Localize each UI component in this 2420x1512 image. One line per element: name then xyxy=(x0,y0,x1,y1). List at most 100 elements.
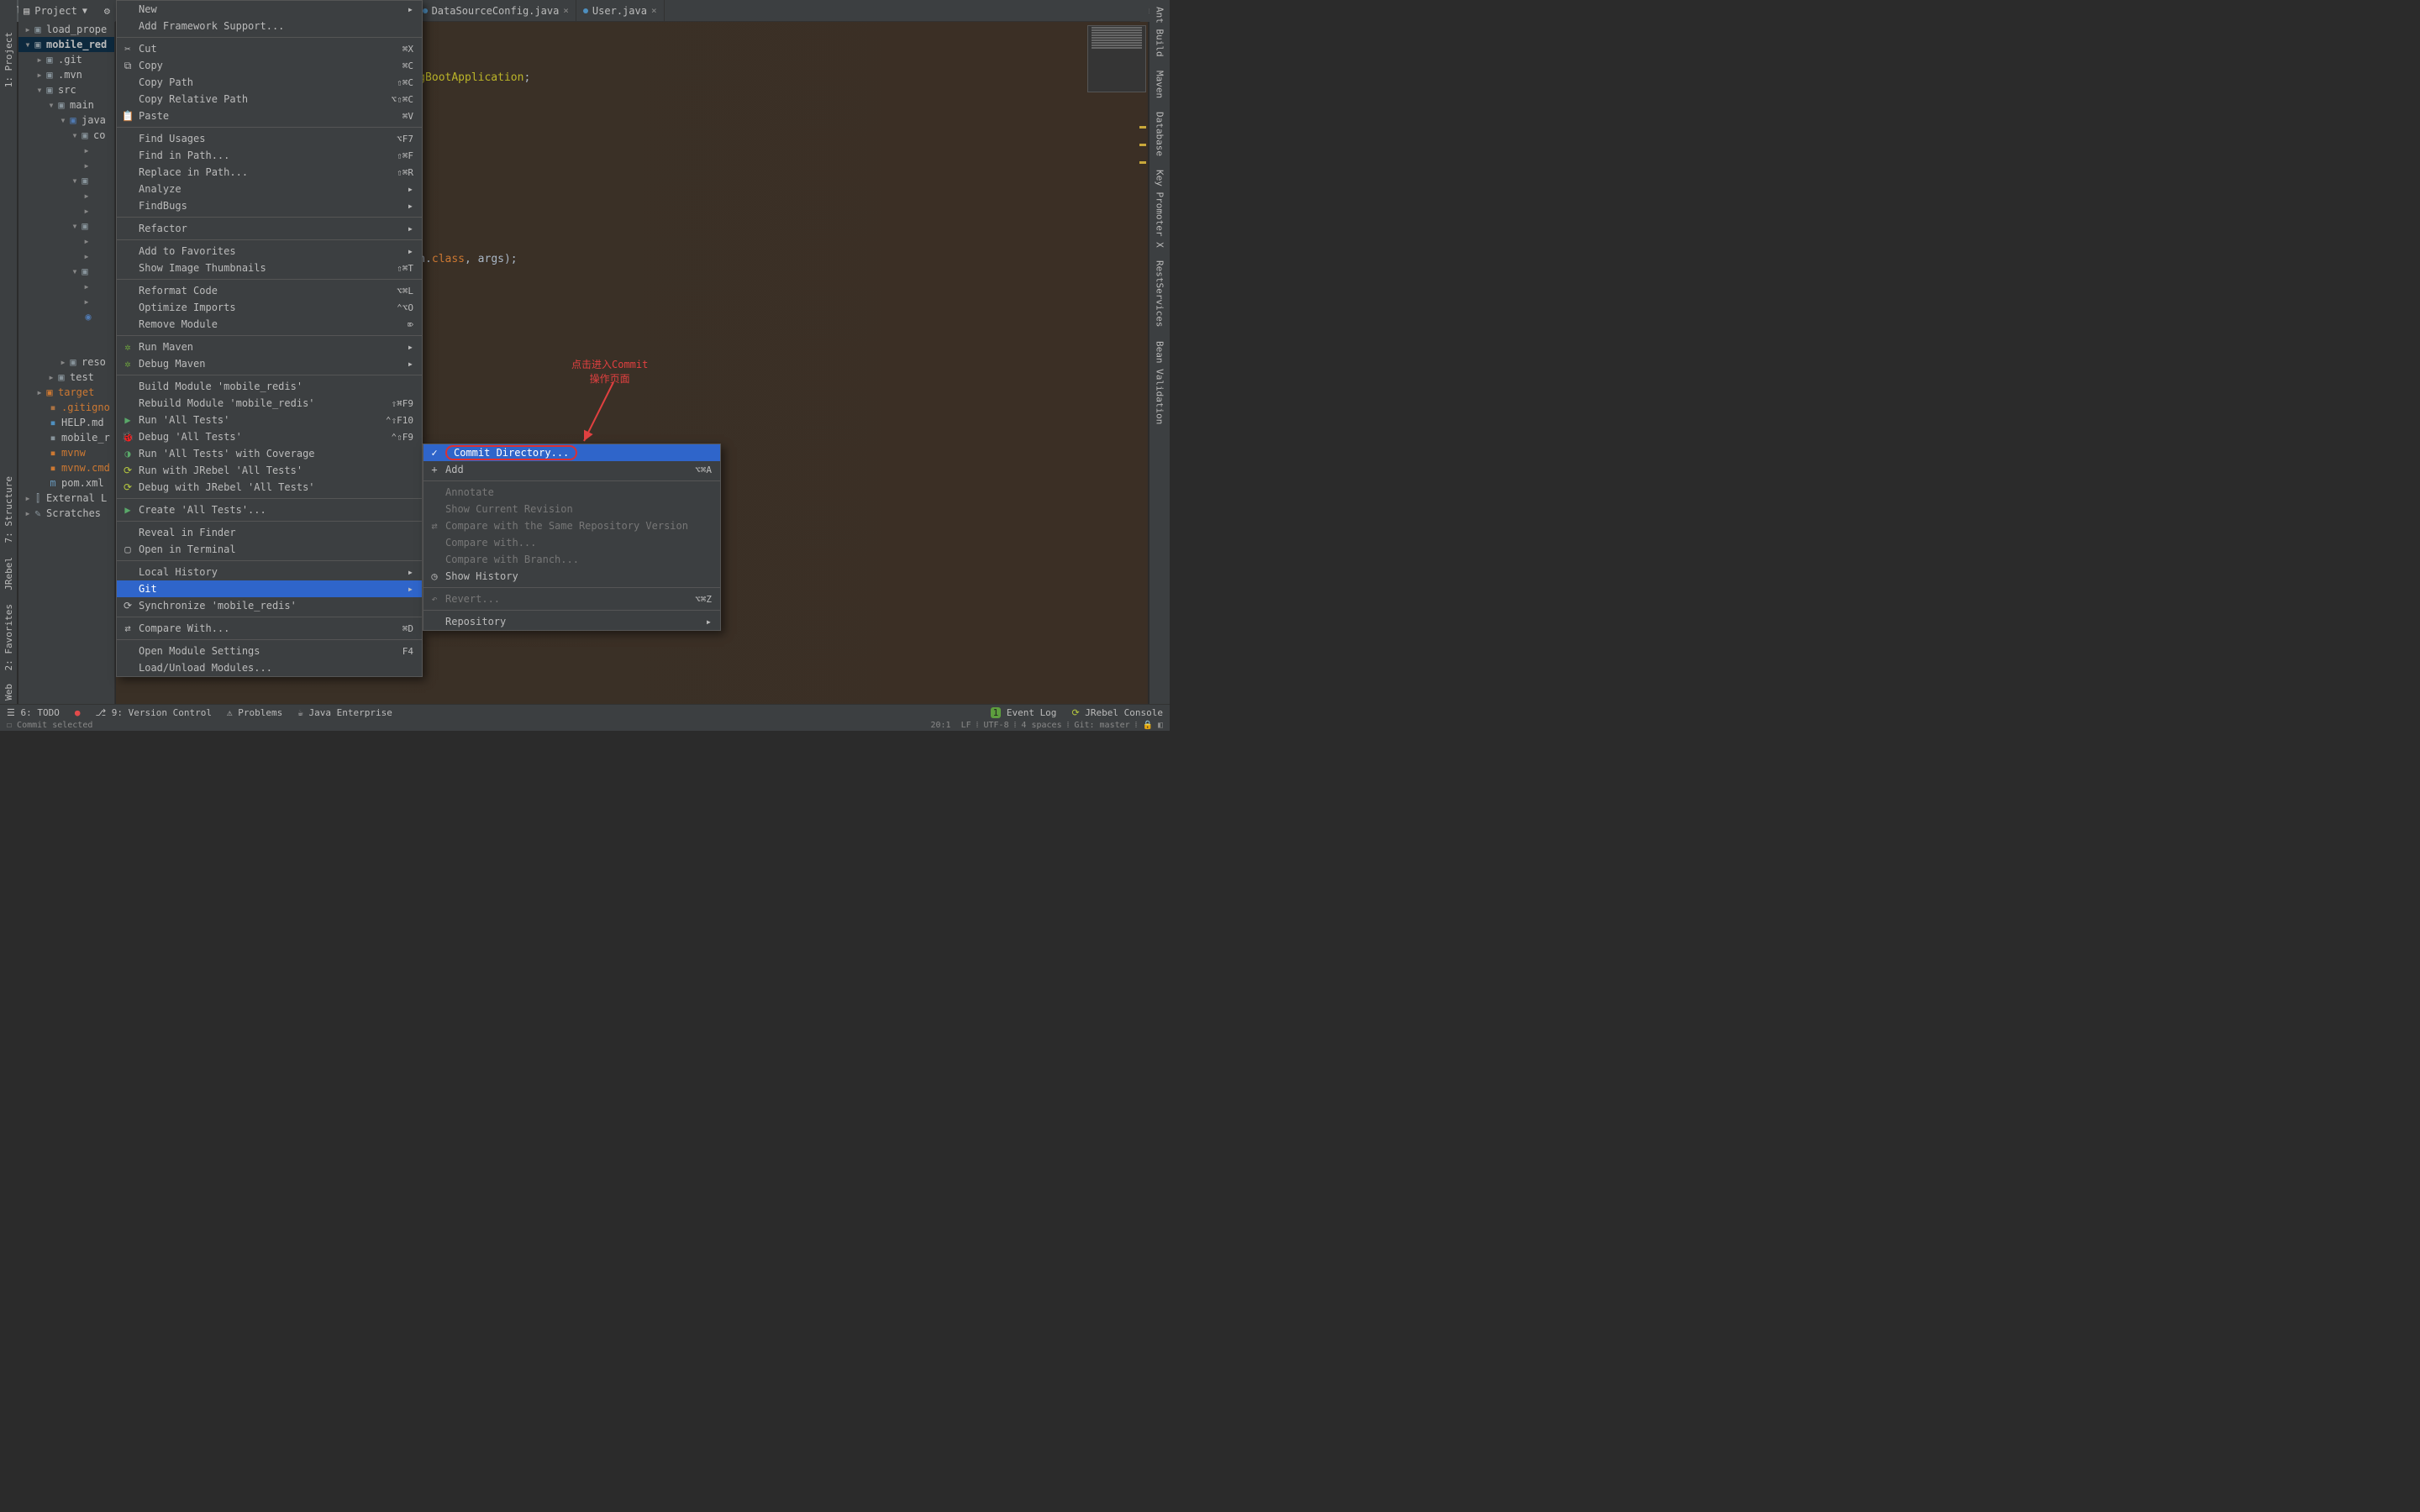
tool-ant[interactable]: Ant Build xyxy=(1153,0,1167,64)
menu-run-coverage[interactable]: ◑Run 'All Tests' with Coverage xyxy=(117,445,422,462)
tool-rest[interactable]: RestServices xyxy=(1153,254,1167,333)
menu-run-maven[interactable]: ✲Run Maven▸ xyxy=(117,339,422,355)
tab-datasource[interactable]: DataSourceConfig.java× xyxy=(416,0,576,22)
submenu-commit-directory[interactable]: ✓ Commit Directory... xyxy=(424,444,720,461)
tree-label[interactable]: load_prope xyxy=(46,24,107,35)
submenu-repository[interactable]: Repository▸ xyxy=(424,613,720,630)
tool-bean[interactable]: Bean Validation xyxy=(1153,334,1167,431)
tree-label[interactable]: main xyxy=(70,99,94,111)
menu-add-framework[interactable]: Add Framework Support... xyxy=(117,18,422,34)
project-tree[interactable]: ▸▣load_prope ▾▣mobile_red ▸▣.git ▸▣.mvn … xyxy=(18,22,115,707)
chevron-right-icon: ▸ xyxy=(408,223,413,234)
code-minimap[interactable] xyxy=(1087,25,1146,92)
menu-compare-with[interactable]: ⇄Compare With...⌘D xyxy=(117,620,422,637)
menu-remove-module[interactable]: Remove Module⌦ xyxy=(117,316,422,333)
gear-icon[interactable]: ⚙ xyxy=(104,5,110,17)
tree-label[interactable]: mvnw.cmd xyxy=(61,462,110,474)
tool-version-control[interactable]: ⎇ 9: Version Control xyxy=(95,707,212,718)
jrebel-console[interactable]: ⟳ JRebel Console xyxy=(1071,707,1163,718)
menu-rebuild-module[interactable]: Rebuild Module 'mobile_redis'⇧⌘F9 xyxy=(117,395,422,412)
menu-label: Show Current Revision xyxy=(445,503,573,515)
tree-label[interactable]: HELP.md xyxy=(61,417,104,428)
tree-label[interactable]: co xyxy=(93,129,105,141)
tab-usermodel[interactable]: User.java× xyxy=(576,0,665,22)
menu-create-tests[interactable]: ▶Create 'All Tests'... xyxy=(117,501,422,518)
menu-paste[interactable]: 📋Paste⌘V xyxy=(117,108,422,124)
tree-label[interactable]: reso xyxy=(82,356,106,368)
menu-reveal-finder[interactable]: Reveal in Finder xyxy=(117,524,422,541)
menu-new[interactable]: New▸ xyxy=(117,1,422,18)
menu-show-thumbnails[interactable]: Show Image Thumbnails⇧⌘T xyxy=(117,260,422,276)
menu-cut[interactable]: ✂Cut⌘X xyxy=(117,40,422,57)
tool-keypromoter[interactable]: Key Promoter X xyxy=(1153,163,1167,255)
menu-sep xyxy=(117,639,422,640)
line-sep[interactable]: LF xyxy=(961,721,971,730)
menu-find-in-path[interactable]: Find in Path...⇧⌘F xyxy=(117,147,422,164)
submenu-add[interactable]: +Add⌥⌘A xyxy=(424,461,720,478)
encoding[interactable]: UTF-8 xyxy=(983,721,1008,730)
menu-debug-all-tests[interactable]: 🐞Debug 'All Tests'⌃⇧F9 xyxy=(117,428,422,445)
tool-project[interactable]: 1: Project xyxy=(2,25,16,94)
menu-build-module[interactable]: Build Module 'mobile_redis' xyxy=(117,378,422,395)
menu-reformat[interactable]: Reformat Code⌥⌘L xyxy=(117,282,422,299)
tool-todo[interactable]: ☰ 6: TODO xyxy=(7,707,60,718)
submenu-show-history[interactable]: ◷Show History xyxy=(424,568,720,585)
tool-structure[interactable]: 7: Structure xyxy=(2,470,16,549)
menu-findbugs[interactable]: FindBugs▸ xyxy=(117,197,422,214)
menu-debug-jrebel[interactable]: ⟳Debug with JRebel 'All Tests' xyxy=(117,479,422,496)
tree-label[interactable]: mobile_red xyxy=(46,39,107,50)
menu-open-terminal[interactable]: ▢Open in Terminal xyxy=(117,541,422,558)
tree-label[interactable]: mobile_r xyxy=(61,432,110,444)
tool-java-enterprise[interactable]: ☕ Java Enterprise xyxy=(297,707,392,718)
menu-replace-in-path[interactable]: Replace in Path...⇧⌘R xyxy=(117,164,422,181)
menu-analyze[interactable]: Analyze▸ xyxy=(117,181,422,197)
menu-open-module-settings[interactable]: Open Module SettingsF4 xyxy=(117,643,422,659)
indent[interactable]: 4 spaces xyxy=(1021,721,1061,730)
lock-icon[interactable]: 🔒 xyxy=(1142,721,1152,730)
tool-favorites[interactable]: 2: Favorites xyxy=(2,597,16,677)
shortcut: ⌦ xyxy=(408,319,413,330)
tree-label[interactable]: pom.xml xyxy=(61,477,104,489)
tool-jrebel[interactable]: JRebel xyxy=(2,550,16,597)
git-branch[interactable]: Git: master xyxy=(1074,721,1129,730)
menu-local-history[interactable]: Local History▸ xyxy=(117,564,422,580)
tree-label[interactable]: java xyxy=(82,114,106,126)
menu-load-unload[interactable]: Load/Unload Modules... xyxy=(117,659,422,676)
tree-label[interactable]: mvnw xyxy=(61,447,86,459)
menu-optimize-imports[interactable]: Optimize Imports⌃⌥O xyxy=(117,299,422,316)
menu-find-usages[interactable]: Find Usages⌥F7 xyxy=(117,130,422,147)
tree-label[interactable]: Scratches xyxy=(46,507,101,519)
tool-problems[interactable]: ⚠ Problems xyxy=(227,707,282,718)
chevron-down-icon[interactable]: ▼ xyxy=(82,7,87,16)
tool-maven[interactable]: Maven xyxy=(1153,64,1167,105)
menu-add-favorites[interactable]: Add to Favorites▸ xyxy=(117,243,422,260)
tool-indicator[interactable]: ● xyxy=(75,707,81,718)
menu-synchronize[interactable]: ⟳Synchronize 'mobile_redis' xyxy=(117,597,422,614)
menu-debug-maven[interactable]: ✲Debug Maven▸ xyxy=(117,355,422,372)
menu-refactor[interactable]: Refactor▸ xyxy=(117,220,422,237)
menu-copy-rel-path[interactable]: Copy Relative Path⌥⇧⌘C xyxy=(117,91,422,108)
submenu-annotate: Annotate xyxy=(424,484,720,501)
folder-icon: ▣ xyxy=(79,220,91,232)
tool-database[interactable]: Database xyxy=(1153,105,1167,163)
project-select-icon: ▤ xyxy=(24,5,29,17)
close-icon[interactable]: × xyxy=(651,5,657,16)
menu-copy-path[interactable]: Copy Path⇧⌘C xyxy=(117,74,422,91)
tree-label[interactable]: .gitigno xyxy=(61,402,110,413)
tree-label[interactable]: target xyxy=(58,386,94,398)
tree-label[interactable]: .mvn xyxy=(58,69,82,81)
tree-label[interactable]: External L xyxy=(46,492,107,504)
caret-position[interactable]: 20:1 xyxy=(930,721,950,730)
tree-label[interactable]: test xyxy=(70,371,94,383)
tool-web[interactable]: Web xyxy=(2,677,16,707)
tree-label[interactable]: src xyxy=(58,84,76,96)
menu-copy[interactable]: ⧉Copy⌘C xyxy=(117,57,422,74)
event-log[interactable]: 1 Event Log xyxy=(991,707,1057,718)
close-icon[interactable]: × xyxy=(563,5,569,16)
menu-run-all-tests[interactable]: ▶Run 'All Tests'⌃⇧F10 xyxy=(117,412,422,428)
tree-label[interactable]: .git xyxy=(58,54,82,66)
project-tool-header[interactable]: ▤ Project ▼ ⚙ xyxy=(18,0,115,22)
menu-git[interactable]: Git▸ xyxy=(117,580,422,597)
meter-icon[interactable]: ◧ xyxy=(1158,721,1163,730)
menu-run-jrebel[interactable]: ⟳Run with JRebel 'All Tests' xyxy=(117,462,422,479)
